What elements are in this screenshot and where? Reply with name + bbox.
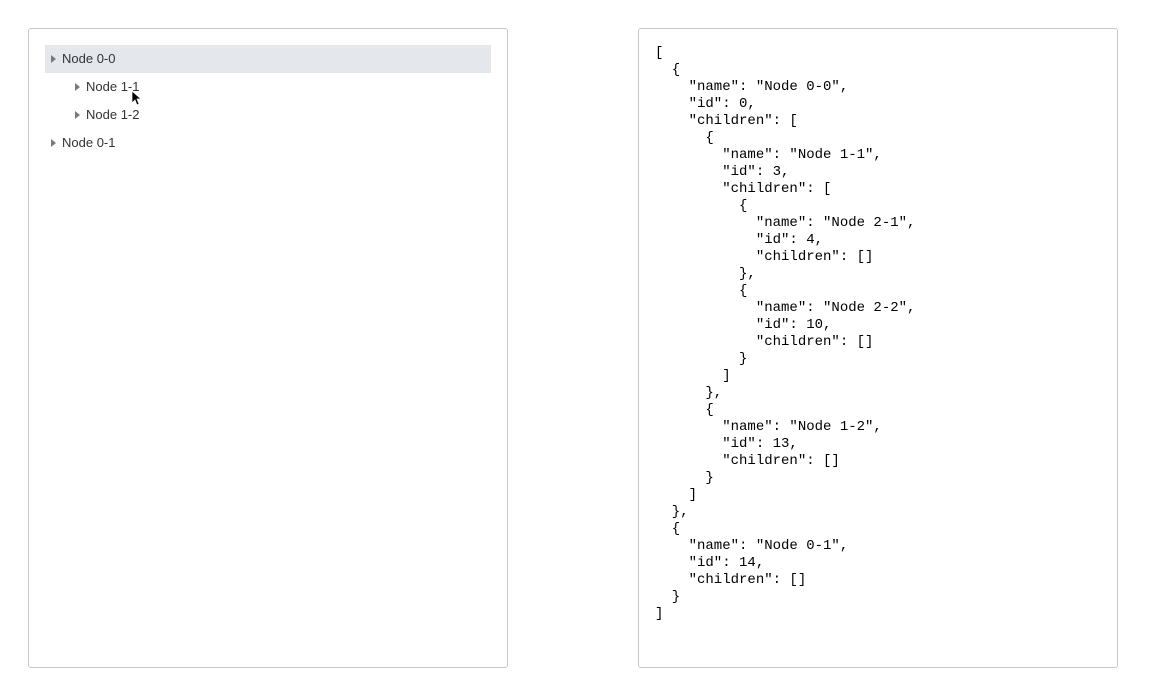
disclosure-arrow-icon[interactable]	[75, 83, 80, 91]
disclosure-arrow-icon[interactable]	[51, 139, 56, 147]
tree-node-3[interactable]: Node 0-1	[45, 129, 491, 157]
disclosure-arrow-icon[interactable]	[51, 55, 56, 63]
tree-root: Node 0-0Node 1-1Node 1-2Node 0-1	[45, 45, 491, 157]
tree-node-label: Node 1-1	[86, 73, 139, 101]
disclosure-arrow-icon[interactable]	[75, 111, 80, 119]
tree-node-0[interactable]: Node 0-0	[45, 45, 491, 73]
tree-node-label: Node 0-0	[62, 45, 115, 73]
tree-panel: Node 0-0Node 1-1Node 1-2Node 0-1	[28, 28, 508, 668]
tree-node-1[interactable]: Node 1-1	[45, 73, 491, 101]
json-panel: [ { "name": "Node 0-0", "id": 0, "childr…	[638, 28, 1118, 668]
tree-node-label: Node 1-2	[86, 101, 139, 129]
json-output: [ { "name": "Node 0-0", "id": 0, "childr…	[655, 45, 1101, 623]
tree-node-label: Node 0-1	[62, 129, 115, 157]
tree-node-2[interactable]: Node 1-2	[45, 101, 491, 129]
